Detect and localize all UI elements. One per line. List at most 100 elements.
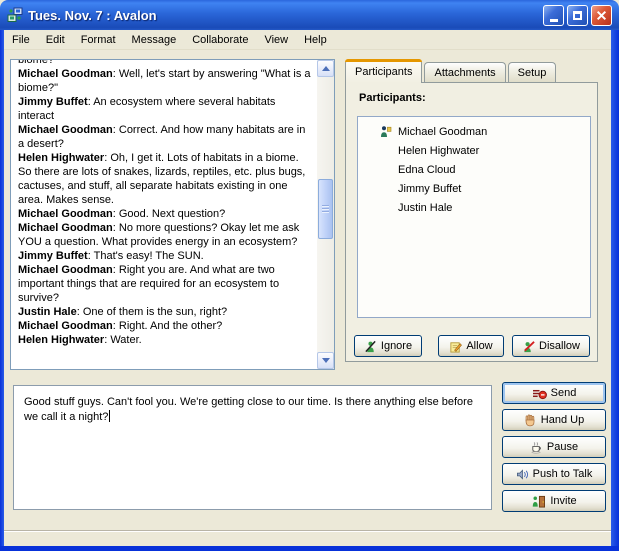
participant-row[interactable]: Helen Highwater bbox=[358, 141, 590, 160]
menu-item[interactable]: File bbox=[4, 32, 38, 48]
chat-message: : biome? bbox=[18, 59, 314, 67]
chat-transcript-panel: : biome? Michael Goodman: Well, let's st… bbox=[10, 59, 335, 370]
message-text: biome? bbox=[18, 59, 54, 66]
speaker-name: Helen Highwater bbox=[18, 334, 104, 346]
menu-item[interactable]: Edit bbox=[38, 32, 73, 48]
scrollbar-thumb[interactable] bbox=[318, 179, 333, 239]
close-icon bbox=[596, 10, 607, 21]
disallow-button[interactable]: Disallow bbox=[512, 335, 590, 357]
ignore-label: Ignore bbox=[381, 340, 412, 352]
window-border-right bbox=[611, 30, 619, 551]
minimize-button[interactable] bbox=[543, 5, 564, 26]
moderation-buttons: Ignore Allow Disallow bbox=[346, 335, 599, 357]
invite-label: Invite bbox=[550, 495, 576, 507]
hand-up-button[interactable]: Hand Up bbox=[502, 409, 606, 431]
speaker-name: Jimmy Buffet bbox=[18, 96, 88, 108]
menu-bar: File Edit Format Message Collaborate Vie… bbox=[4, 30, 611, 50]
allow-button[interactable]: Allow bbox=[438, 335, 504, 357]
chat-message: Michael Goodman: Right you are. And what… bbox=[18, 263, 314, 305]
chat-scrollbar[interactable] bbox=[317, 60, 334, 369]
speaker-name: Michael Goodman bbox=[18, 124, 113, 136]
chat-message: Michael Goodman: Correct. And how many h… bbox=[18, 123, 314, 151]
push-to-talk-label: Push to Talk bbox=[533, 468, 593, 480]
speaker-name: Helen Highwater bbox=[18, 152, 104, 164]
chat-messages: : biome? Michael Goodman: Well, let's st… bbox=[18, 59, 314, 347]
invite-button[interactable]: Invite bbox=[502, 490, 606, 512]
app-icon bbox=[7, 7, 23, 23]
message-text: That's easy! The SUN. bbox=[94, 250, 204, 262]
speaker-name: Jimmy Buffet bbox=[18, 250, 88, 262]
participant-name: Justin Hale bbox=[398, 202, 452, 214]
menu-item[interactable]: Format bbox=[73, 32, 124, 48]
participant-name: Helen Highwater bbox=[398, 145, 479, 157]
participant-row[interactable]: Jimmy Buffet bbox=[358, 179, 590, 198]
scrollbar-grip-icon bbox=[322, 205, 329, 213]
chat-message: Justin Hale: One of them is the sun, rig… bbox=[18, 305, 314, 319]
send-button[interactable]: Send bbox=[502, 382, 606, 404]
close-button[interactable] bbox=[591, 5, 612, 26]
message-text: One of them is the sun, right? bbox=[83, 306, 227, 318]
chat-message: Michael Goodman: No more questions? Okay… bbox=[18, 221, 314, 249]
tab-participants[interactable]: Participants bbox=[345, 59, 422, 83]
participant-name: Edna Cloud bbox=[398, 164, 456, 176]
speaker-name: Michael Goodman bbox=[18, 208, 113, 220]
message-input[interactable]: Good stuff guys. Can't fool you. We're g… bbox=[13, 385, 492, 510]
chat-message: Helen Highwater: Oh, I get it. Lots of h… bbox=[18, 151, 314, 207]
allow-icon bbox=[449, 340, 462, 353]
leader-icon bbox=[379, 125, 392, 138]
message-text: Good. Next question? bbox=[119, 208, 225, 220]
chat-message: Michael Goodman: Well, let's start by an… bbox=[18, 67, 314, 95]
participant-row[interactable]: Justin Hale bbox=[358, 198, 590, 217]
scroll-down-icon bbox=[322, 358, 330, 363]
speaker-name: Justin Hale bbox=[18, 306, 77, 318]
participant-name: Jimmy Buffet bbox=[398, 183, 461, 195]
tab-attachments[interactable]: Attachments bbox=[424, 62, 505, 82]
scroll-up-icon bbox=[322, 66, 330, 71]
message-text: Right. And the other? bbox=[119, 320, 222, 332]
allow-label: Allow bbox=[466, 340, 492, 352]
chat-message: Helen Highwater: Water. bbox=[18, 333, 314, 347]
ignore-icon bbox=[364, 340, 377, 353]
ignore-button[interactable]: Ignore bbox=[354, 335, 422, 357]
scroll-up-button[interactable] bbox=[317, 60, 334, 77]
message-input-text: Good stuff guys. Can't fool you. We're g… bbox=[24, 396, 473, 423]
chat-message: Jimmy Buffet: That's easy! The SUN. bbox=[18, 249, 314, 263]
menu-item[interactable]: Help bbox=[296, 32, 335, 48]
push-to-talk-button[interactable]: Push to Talk bbox=[502, 463, 606, 485]
participants-list: Michael Goodman Helen Highwater bbox=[357, 116, 591, 318]
send-label: Send bbox=[551, 387, 577, 399]
speaker-name: Michael Goodman bbox=[18, 222, 113, 234]
coffee-cup-icon bbox=[530, 441, 543, 454]
disallow-icon bbox=[522, 340, 535, 353]
speaker-name: Michael Goodman bbox=[18, 68, 113, 80]
maximize-button[interactable] bbox=[567, 5, 588, 26]
text-caret bbox=[109, 410, 110, 422]
menu-item[interactable]: Message bbox=[124, 32, 185, 48]
speaker-name: Michael Goodman bbox=[18, 264, 113, 276]
menu-item[interactable]: View bbox=[256, 32, 296, 48]
titlebar[interactable]: Tues. Nov. 7 : Avalon bbox=[0, 0, 619, 30]
scroll-down-button[interactable] bbox=[317, 352, 334, 369]
message-text: Water. bbox=[110, 334, 141, 346]
maximize-icon bbox=[573, 11, 582, 20]
tab-setup[interactable]: Setup bbox=[508, 62, 557, 82]
chat-message: Michael Goodman: Good. Next question? bbox=[18, 207, 314, 221]
participants-heading: Participants: bbox=[359, 92, 426, 104]
window-title: Tues. Nov. 7 : Avalon bbox=[28, 8, 157, 23]
chat-message: Michael Goodman: Right. And the other? bbox=[18, 319, 314, 333]
status-bar bbox=[4, 532, 611, 546]
participant-row[interactable]: Michael Goodman bbox=[358, 122, 590, 141]
pause-button[interactable]: Pause bbox=[502, 436, 606, 458]
window-border-bottom bbox=[0, 546, 619, 551]
participant-row[interactable]: Edna Cloud bbox=[358, 160, 590, 179]
tab-strip: Participants Attachments Setup bbox=[345, 59, 598, 83]
hand-icon bbox=[524, 414, 537, 427]
pause-label: Pause bbox=[547, 441, 578, 453]
send-icon bbox=[532, 387, 547, 400]
participant-name: Michael Goodman bbox=[398, 126, 487, 138]
window-border-left bbox=[0, 30, 4, 551]
app-window: Tues. Nov. 7 : Avalon File Edit Format M… bbox=[0, 0, 619, 551]
participants-pane: Participants: Michael Goodman bbox=[345, 82, 598, 362]
invite-door-icon bbox=[531, 495, 546, 508]
menu-item[interactable]: Collaborate bbox=[184, 32, 256, 48]
